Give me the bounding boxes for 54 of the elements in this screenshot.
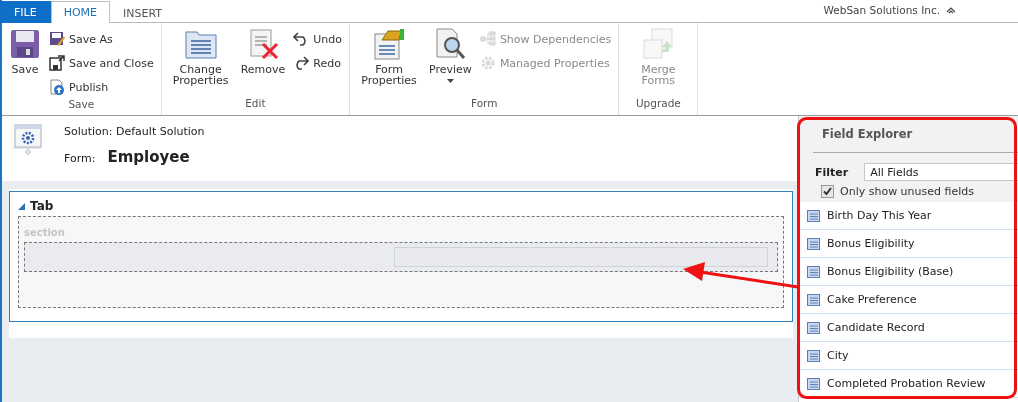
form-name: Employee bbox=[107, 148, 190, 166]
form-label: Form: bbox=[64, 152, 96, 165]
redo-icon bbox=[293, 55, 310, 71]
file-menu-button[interactable]: FILE bbox=[0, 1, 51, 23]
field-item[interactable]: Candidate Record bbox=[799, 314, 1018, 342]
ribbon-tab[interactable]: HOME bbox=[50, 1, 111, 23]
field-icon bbox=[807, 237, 820, 250]
document-upload-icon bbox=[49, 79, 65, 95]
tab-title: Tab bbox=[30, 199, 54, 213]
field-icon bbox=[807, 209, 820, 222]
field-item[interactable]: City bbox=[799, 342, 1018, 370]
checkbox-label: Only show unused fields bbox=[840, 185, 974, 198]
gear-icon bbox=[479, 55, 496, 71]
ribbon-button[interactable]: Save and Close bbox=[46, 52, 157, 74]
organization-name: WebSan Solutions Inc. bbox=[823, 4, 940, 16]
ribbon-button[interactable]: Save bbox=[6, 25, 44, 98]
field-item[interactable]: Bonus Eligibility bbox=[799, 230, 1018, 258]
field-item[interactable]: Bonus Eligibility (Base) bbox=[799, 258, 1018, 286]
panel-title: Field Explorer bbox=[813, 116, 1018, 153]
form-hand-icon bbox=[372, 28, 407, 60]
field-icon bbox=[807, 321, 820, 334]
ribbon-tab[interactable]: INSERT bbox=[110, 2, 175, 23]
group-label: Edit bbox=[244, 97, 267, 111]
ribbon-button[interactable]: Form Properties bbox=[354, 25, 425, 97]
ribbon-button[interactable]: Preview bbox=[426, 25, 475, 97]
field-icon bbox=[807, 265, 820, 278]
document-magnifier-icon bbox=[434, 28, 467, 60]
group-label: Save bbox=[67, 98, 96, 112]
merge-documents-icon bbox=[642, 28, 675, 60]
field-item[interactable]: Birth Day This Year bbox=[799, 202, 1018, 230]
collapse-icon[interactable] bbox=[946, 6, 956, 14]
filter-dropdown[interactable]: All Fields bbox=[864, 163, 1018, 181]
ribbon-button[interactable]: Change Properties bbox=[165, 25, 236, 97]
ribbon-button[interactable]: Remove bbox=[237, 25, 289, 97]
field-icon bbox=[807, 349, 820, 362]
ribbon-button[interactable]: Redo bbox=[290, 52, 346, 74]
floppy-pencil-icon bbox=[49, 31, 65, 47]
group-label: Form bbox=[469, 97, 499, 111]
field-item[interactable]: Cake Preference bbox=[799, 286, 1018, 314]
folder-list-icon bbox=[183, 28, 218, 60]
ribbon-button[interactable]: Publish bbox=[46, 76, 157, 98]
group-label: Upgrade bbox=[634, 97, 682, 111]
hierarchy-icon bbox=[479, 31, 496, 47]
filter-label: Filter bbox=[815, 165, 849, 179]
field-item[interactable]: Completed Probation Review bbox=[799, 370, 1018, 398]
caret-icon bbox=[446, 79, 454, 83]
ribbon-button[interactable]: Save As bbox=[46, 28, 157, 50]
checkbox[interactable] bbox=[821, 185, 834, 198]
solution-name: Solution: Default Solution bbox=[64, 125, 205, 138]
field-icon bbox=[807, 293, 820, 306]
form-settings-icon bbox=[12, 124, 42, 158]
expand-triangle-icon[interactable] bbox=[18, 202, 25, 210]
ribbon-button[interactable]: Undo bbox=[290, 28, 346, 50]
field-icon bbox=[807, 377, 820, 390]
